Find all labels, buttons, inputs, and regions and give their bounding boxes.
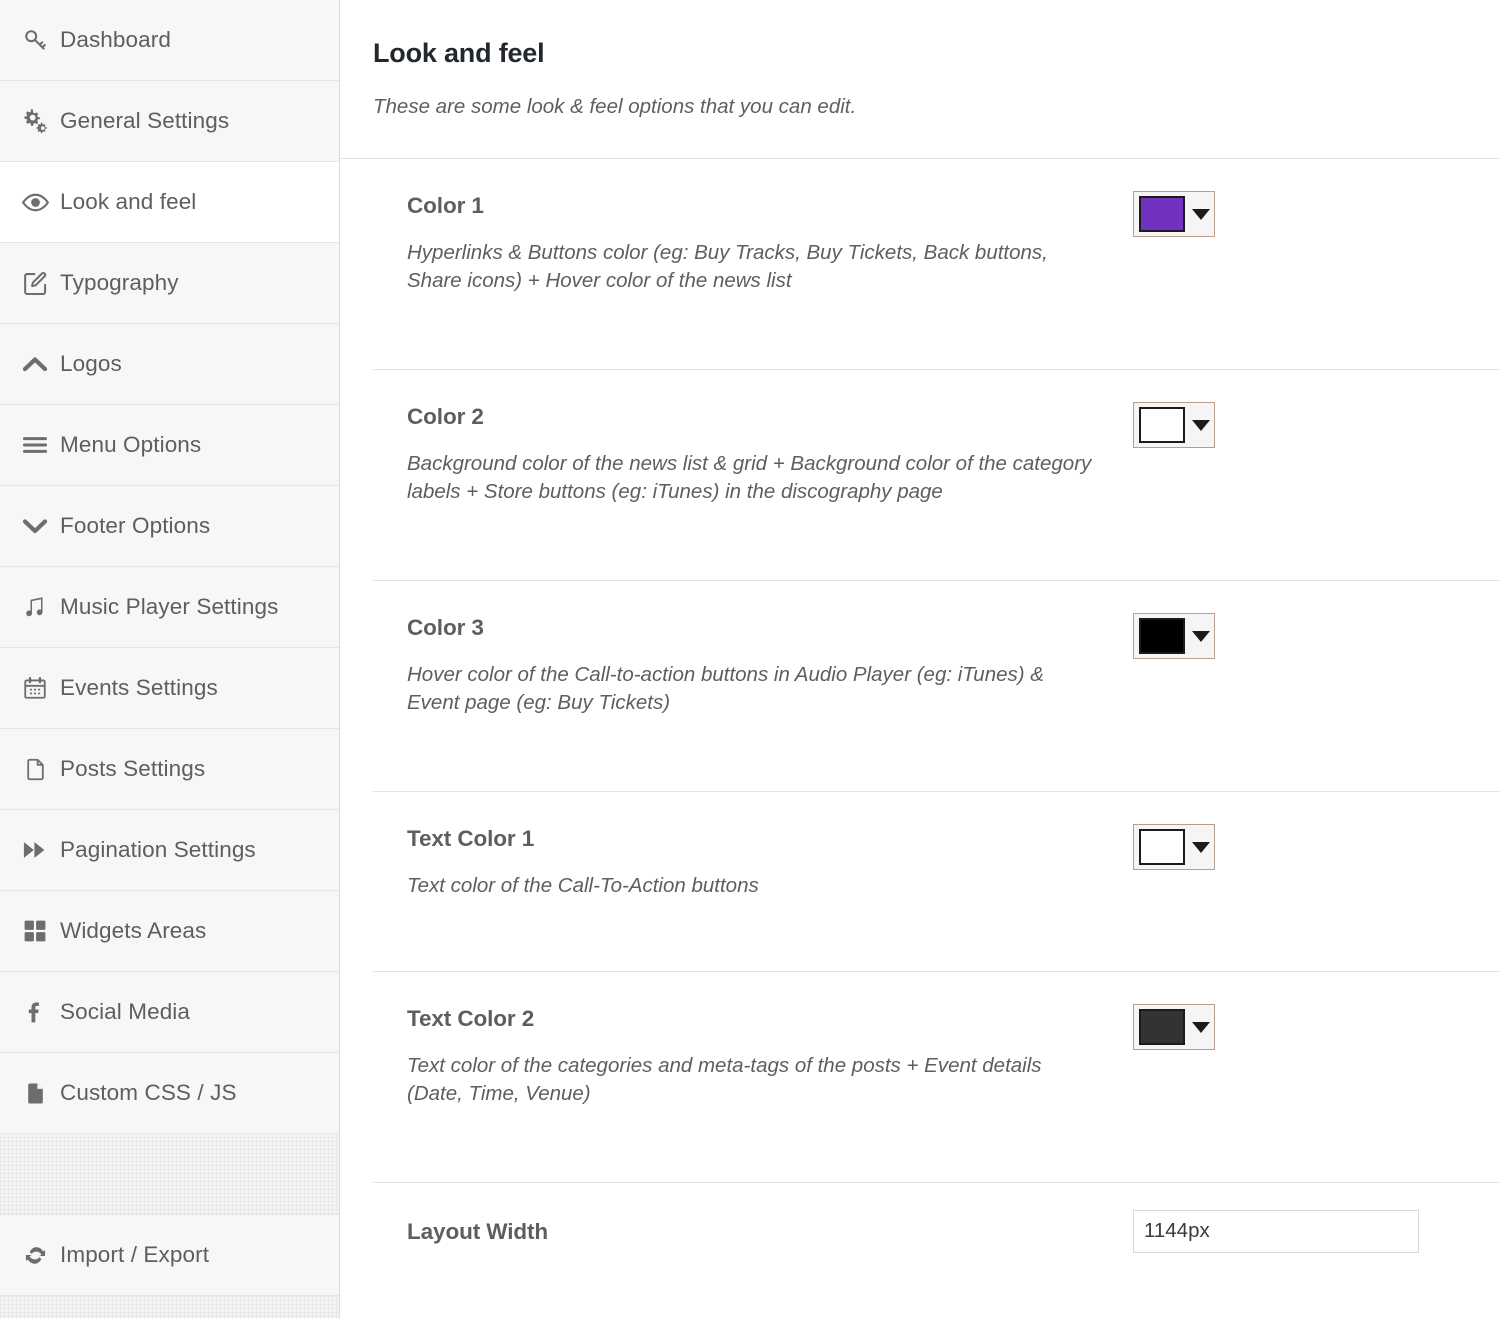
sidebar-item-label: Footer Options: [60, 513, 211, 538]
color-picker-color-3[interactable]: [1133, 613, 1215, 659]
chevron-down-icon[interactable]: [1192, 1021, 1210, 1033]
pencil-square-icon: [18, 266, 52, 300]
page-title: Look and feel: [373, 38, 545, 68]
sidebar-item-label: General Settings: [60, 108, 230, 133]
color-swatch-text-color-1[interactable]: [1139, 829, 1185, 865]
setting-description-block: Text Color 1 Text color of the Call-To-Ac…: [373, 824, 1133, 900]
sidebar-item-general-settings[interactable]: General Settings: [0, 81, 339, 162]
sidebar-spacer: [0, 1134, 339, 1215]
calendar-icon: [18, 671, 52, 705]
setting-control-block: [1133, 1004, 1500, 1050]
gears-icon: [18, 104, 52, 138]
setting-description-color-1: Hyperlinks & Buttons color (eg: Buy Trac…: [407, 241, 1048, 293]
setting-label-layout-width: Layout Width: [407, 1219, 549, 1244]
chevron-down-icon[interactable]: [1192, 419, 1210, 431]
chevron-down-icon: [18, 509, 52, 543]
sidebar-item-social-media[interactable]: Social Media: [0, 972, 339, 1053]
main-content: Look and feel These are some look & feel…: [340, 0, 1500, 1318]
setting-description-text-color-1: Text color of the Call-To-Action buttons: [407, 874, 759, 897]
admin-settings-page: Dashboard General Settings Look and feel Ty…: [0, 0, 1500, 1318]
sidebar-item-label: Logos: [60, 351, 122, 376]
setting-description-block: Color 3 Hover color of the Call-to-action…: [373, 613, 1133, 718]
sidebar-item-label: Widgets Areas: [60, 918, 207, 943]
sidebar-item-label: Custom CSS / JS: [60, 1080, 237, 1105]
color-swatch-color-3[interactable]: [1139, 618, 1185, 654]
chevron-down-icon[interactable]: [1192, 630, 1210, 642]
setting-row-text-color-2: Text Color 2 Text color of the categories…: [373, 972, 1500, 1183]
color-picker-color-1[interactable]: [1133, 191, 1215, 237]
page-subtitle: These are some look & feel options that …: [373, 95, 857, 118]
sidebar-item-custom-css-js[interactable]: Custom CSS / JS: [0, 1053, 339, 1134]
setting-row-color-2: Color 2 Background color of the news list…: [373, 370, 1500, 581]
setting-label-color-2: Color 2: [407, 404, 484, 429]
setting-description-block: Color 1 Hyperlinks & Buttons color (eg: B…: [373, 191, 1133, 296]
setting-label-text-color-2: Text Color 2: [407, 1006, 535, 1031]
setting-label-color-3: Color 3: [407, 615, 484, 640]
music-note-icon: [18, 590, 52, 624]
sidebar-item-import-export[interactable]: Import / Export: [0, 1215, 339, 1296]
setting-row-color-1: Color 1 Hyperlinks & Buttons color (eg: B…: [373, 159, 1500, 370]
setting-description-color-3: Hover color of the Call-to-action button…: [407, 663, 1044, 715]
chevron-down-icon[interactable]: [1192, 841, 1210, 853]
color-swatch-text-color-2[interactable]: [1139, 1009, 1185, 1045]
setting-description-block: Text Color 2 Text color of the categories…: [373, 1004, 1133, 1109]
color-picker-color-2[interactable]: [1133, 402, 1215, 448]
setting-label-color-1: Color 1: [407, 193, 484, 218]
setting-description-text-color-2: Text color of the categories and meta-ta…: [407, 1054, 1042, 1106]
sidebar-item-dashboard[interactable]: Dashboard: [0, 0, 339, 81]
setting-row-layout-width: Layout Width: [373, 1183, 1500, 1279]
sidebar-item-label: Music Player Settings: [60, 594, 279, 619]
sidebar-item-typography[interactable]: Typography: [0, 243, 339, 324]
color-picker-text-color-1[interactable]: [1133, 824, 1215, 870]
sidebar-item-music-player-settings[interactable]: Music Player Settings: [0, 567, 339, 648]
setting-control-block: [1133, 824, 1500, 870]
eye-icon: [18, 185, 52, 219]
sidebar-item-label: Look and feel: [60, 189, 197, 214]
setting-control-block: [1133, 402, 1500, 448]
grid-squares-icon: [18, 914, 52, 948]
page-header: Look and feel These are some look & feel…: [340, 0, 1500, 119]
setting-control-block: [1133, 1209, 1500, 1253]
settings-field-list: Color 1 Hyperlinks & Buttons color (eg: B…: [340, 158, 1500, 1279]
file-filled-icon: [18, 1076, 52, 1110]
key-icon: [18, 23, 52, 57]
sidebar-item-label: Menu Options: [60, 432, 202, 457]
chevron-down-icon[interactable]: [1192, 208, 1210, 220]
sidebar-item-look-and-feel[interactable]: Look and feel: [0, 162, 339, 243]
chevron-up-icon: [18, 347, 52, 381]
sidebar-item-label: Typography: [60, 270, 179, 295]
sidebar-item-label: Social Media: [60, 999, 191, 1024]
sidebar-item-footer-options[interactable]: Footer Options: [0, 486, 339, 567]
setting-description-block: Color 2 Background color of the news list…: [373, 402, 1133, 507]
sidebar-item-label: Posts Settings: [60, 756, 206, 781]
setting-control-block: [1133, 191, 1500, 237]
sidebar-item-logos[interactable]: Logos: [0, 324, 339, 405]
file-icon: [18, 752, 52, 786]
sidebar-navigation: Dashboard General Settings Look and feel Ty…: [0, 0, 340, 1318]
setting-description-color-2: Background color of the news list & grid…: [407, 452, 1092, 504]
refresh-icon: [18, 1238, 52, 1272]
color-picker-text-color-2[interactable]: [1133, 1004, 1215, 1050]
sidebar-item-pagination-settings[interactable]: Pagination Settings: [0, 810, 339, 891]
facebook-f-icon: [18, 995, 52, 1029]
input-layout-width[interactable]: [1133, 1209, 1419, 1253]
color-swatch-color-2[interactable]: [1139, 407, 1185, 443]
sidebar-item-label: Import / Export: [60, 1242, 210, 1267]
sidebar-item-label: Events Settings: [60, 675, 218, 700]
sidebar-item-events-settings[interactable]: Events Settings: [0, 648, 339, 729]
setting-control-block: [1133, 613, 1500, 659]
setting-row-text-color-1: Text Color 1 Text color of the Call-To-Ac…: [373, 792, 1500, 972]
sidebar-spacer: [0, 1296, 339, 1318]
setting-description-block: Layout Width: [373, 1217, 1133, 1245]
sidebar-item-widgets-areas[interactable]: Widgets Areas: [0, 891, 339, 972]
sidebar-item-menu-options[interactable]: Menu Options: [0, 405, 339, 486]
setting-label-text-color-1: Text Color 1: [407, 826, 535, 851]
setting-row-color-3: Color 3 Hover color of the Call-to-action…: [373, 581, 1500, 792]
color-swatch-color-1[interactable]: [1139, 196, 1185, 232]
sidebar-item-posts-settings[interactable]: Posts Settings: [0, 729, 339, 810]
sidebar-item-label: Pagination Settings: [60, 837, 256, 862]
fast-forward-icon: [18, 833, 52, 867]
sidebar-item-label: Dashboard: [60, 27, 171, 52]
hamburger-icon: [18, 428, 52, 462]
